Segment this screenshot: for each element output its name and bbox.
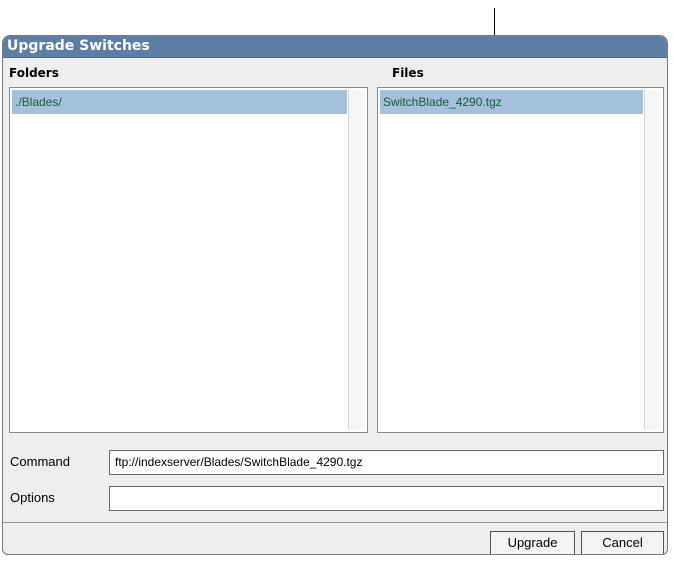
folders-list-content: ./Blades/: [12, 90, 347, 430]
files-label: Files: [392, 66, 424, 80]
dialog-title: Upgrade Switches: [7, 38, 150, 54]
file-item-switchblade[interactable]: SwitchBlade_4290.tgz: [380, 90, 643, 114]
command-label: Command: [10, 454, 70, 469]
button-bar-divider: [3, 522, 667, 523]
folder-item-blades[interactable]: ./Blades/: [12, 90, 347, 114]
folders-list[interactable]: ./Blades/: [9, 87, 368, 433]
folders-scrollbar[interactable]: [348, 90, 365, 430]
files-list-content: SwitchBlade_4290.tgz: [380, 90, 643, 430]
files-scrollbar[interactable]: [644, 90, 661, 430]
cancel-button[interactable]: Cancel: [581, 531, 664, 554]
upgrade-switches-dialog: Upgrade Switches Folders Files ./Blades/…: [2, 35, 668, 555]
options-label: Options: [10, 490, 55, 505]
dialog-titlebar[interactable]: Upgrade Switches: [3, 36, 667, 58]
upgrade-button[interactable]: Upgrade: [490, 531, 575, 554]
options-field[interactable]: [109, 486, 664, 511]
command-field[interactable]: ftp://indexserver/Blades/SwitchBlade_429…: [109, 450, 664, 475]
folders-label: Folders: [9, 66, 59, 80]
files-list[interactable]: SwitchBlade_4290.tgz: [377, 87, 664, 433]
